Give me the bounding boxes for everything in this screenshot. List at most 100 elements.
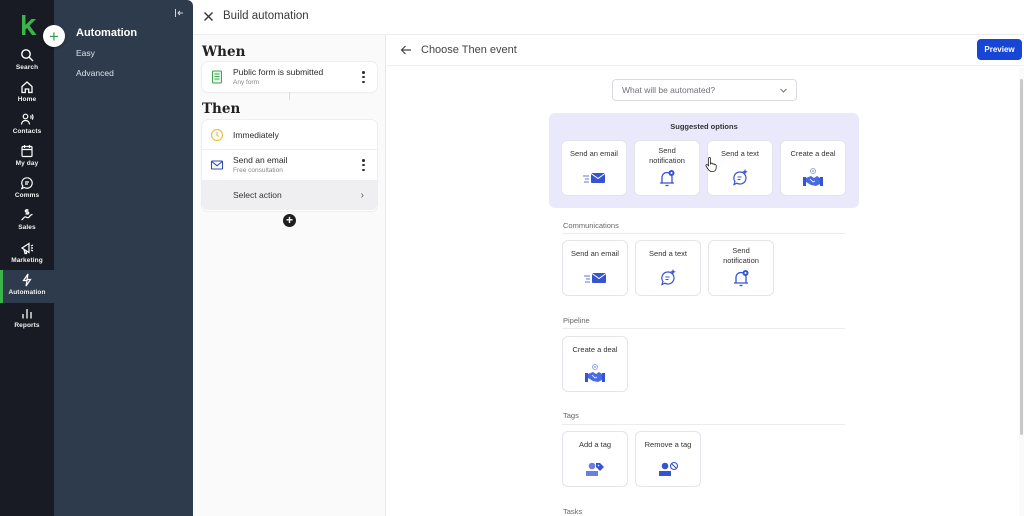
rail-label: Comms	[14, 192, 40, 199]
text-message-icon	[733, 169, 748, 186]
collapse-sidebar-icon[interactable]	[174, 8, 184, 18]
sales-icon	[21, 209, 33, 221]
notification-bell-icon	[660, 170, 675, 187]
timing-label: Immediately	[233, 130, 279, 140]
option-send-text[interactable]: Send a text	[708, 141, 772, 195]
option-label: Create a deal	[572, 345, 618, 354]
chevron-right-icon: ›	[360, 190, 364, 201]
action-more-icon[interactable]	[362, 159, 365, 171]
handshake-icon	[803, 168, 823, 186]
option-label: Add a tag	[578, 440, 612, 449]
option-send-notification[interactable]: Send notification	[635, 141, 699, 195]
select-action-row[interactable]: Select action ›	[202, 180, 377, 210]
plus-icon: +	[49, 26, 59, 46]
action-subtitle: Free consultation	[233, 167, 283, 174]
suggested-title: Suggested options	[670, 122, 738, 131]
email-icon	[210, 160, 224, 170]
preview-button[interactable]: Preview	[977, 39, 1022, 60]
chat-icon	[20, 177, 33, 190]
timing-row[interactable]: Immediately	[202, 120, 377, 150]
suggested-options: Suggested options Send an email Send not…	[549, 113, 859, 208]
option-label: Send an email	[570, 149, 618, 158]
bar-chart-icon	[22, 309, 32, 319]
option-label: Remove a tag	[644, 440, 692, 449]
section-label-tasks: Tasks	[563, 507, 583, 516]
option-remove-tag[interactable]: Remove a tag	[636, 432, 700, 486]
action-title: Send an email	[233, 155, 288, 165]
section-label-communications: Communications	[563, 221, 619, 230]
option-send-email[interactable]: Send an email	[562, 141, 626, 195]
select-placeholder: What will be automated?	[622, 85, 716, 95]
plus-icon: +	[285, 213, 293, 227]
handshake-icon	[585, 364, 605, 382]
keap-logo[interactable]	[19, 14, 37, 36]
calendar-icon	[21, 145, 33, 158]
panel-header: Choose Then event Preview	[387, 35, 1024, 66]
rail-item-marketing[interactable]: Marketing	[0, 240, 54, 272]
hand-cursor-icon	[705, 157, 717, 172]
rail-item-search[interactable]: Search	[0, 47, 54, 79]
section-divider	[562, 233, 845, 234]
option-label: Send a text	[649, 249, 687, 258]
option-send-text[interactable]: Send a text	[636, 241, 700, 295]
subnav-title: Automation	[76, 27, 138, 39]
rail-label: Automation	[8, 289, 46, 296]
automation-type-select[interactable]: What will be automated?	[612, 79, 797, 101]
rail-item-contacts[interactable]: Contacts	[0, 111, 54, 143]
choose-event-panel: Choose Then event Preview What will be a…	[387, 35, 1024, 516]
option-label: Create a deal	[790, 149, 836, 158]
option-label: Send a text	[721, 149, 759, 158]
option-send-email[interactable]: Send an email	[563, 241, 627, 295]
rail-label: Home	[17, 96, 37, 103]
rail-item-my-day[interactable]: My day	[0, 143, 54, 175]
search-icon	[21, 49, 34, 62]
close-icon[interactable]	[203, 11, 214, 22]
back-arrow-icon[interactable]	[400, 44, 412, 56]
clock-icon	[210, 128, 224, 142]
email-send-icon	[583, 173, 606, 183]
panel-title: Choose Then event	[421, 44, 517, 56]
lightning-icon	[22, 273, 32, 287]
home-icon	[21, 81, 33, 94]
rail-item-comms[interactable]: Comms	[0, 175, 54, 207]
trigger-more-icon[interactable]	[362, 71, 365, 83]
select-action-label: Select action	[233, 190, 282, 200]
option-label: Send notification	[649, 146, 685, 165]
option-create-deal[interactable]: Create a deal	[563, 337, 627, 391]
then-card: Immediately Send an email Free consultat…	[202, 120, 377, 211]
automation-flow: When Public form is submitted Any form T…	[193, 35, 386, 516]
then-heading: Then	[202, 101, 241, 117]
contacts-icon	[20, 113, 34, 125]
rail-label: Sales	[18, 224, 36, 231]
builder-title: Build automation	[223, 10, 309, 22]
action-row[interactable]: Send an email Free consultation	[202, 150, 377, 180]
rail-item-reports[interactable]: Reports	[0, 305, 54, 337]
option-create-deal[interactable]: Create a deal	[781, 141, 845, 195]
trigger-subtitle: Any form	[233, 79, 260, 86]
rail-item-automation[interactable]: Automation	[0, 270, 54, 303]
rail-label: Marketing	[11, 257, 43, 264]
remove-tag-icon	[659, 461, 679, 476]
rail-label: Search	[15, 64, 39, 71]
form-icon	[212, 70, 222, 84]
trigger-card[interactable]: Public form is submitted Any form	[202, 62, 377, 92]
icon-rail: Search Home Contacts My day Comms Sales …	[0, 0, 54, 516]
subnav-link-advanced[interactable]: Advanced	[76, 68, 114, 78]
builder-header: Build automation	[193, 0, 1024, 35]
rail-label: Reports	[14, 322, 40, 329]
create-new-button[interactable]: +	[43, 25, 65, 47]
rail-label: Contacts	[12, 128, 42, 135]
when-heading: When	[202, 44, 246, 60]
scrollbar-thumb[interactable]	[1020, 79, 1023, 435]
section-divider	[562, 328, 845, 329]
rail-label: My day	[15, 160, 39, 167]
rail-item-home[interactable]: Home	[0, 79, 54, 111]
subnav-link-easy[interactable]: Easy	[76, 48, 95, 58]
add-step-button[interactable]: +	[283, 214, 296, 227]
option-label: Send an email	[571, 249, 619, 258]
option-send-notification[interactable]: Send notification	[709, 241, 773, 295]
rail-item-sales[interactable]: Sales	[0, 207, 54, 239]
option-add-tag[interactable]: Add a tag	[563, 432, 627, 486]
text-message-icon	[661, 269, 676, 286]
chevron-down-icon	[780, 88, 787, 93]
